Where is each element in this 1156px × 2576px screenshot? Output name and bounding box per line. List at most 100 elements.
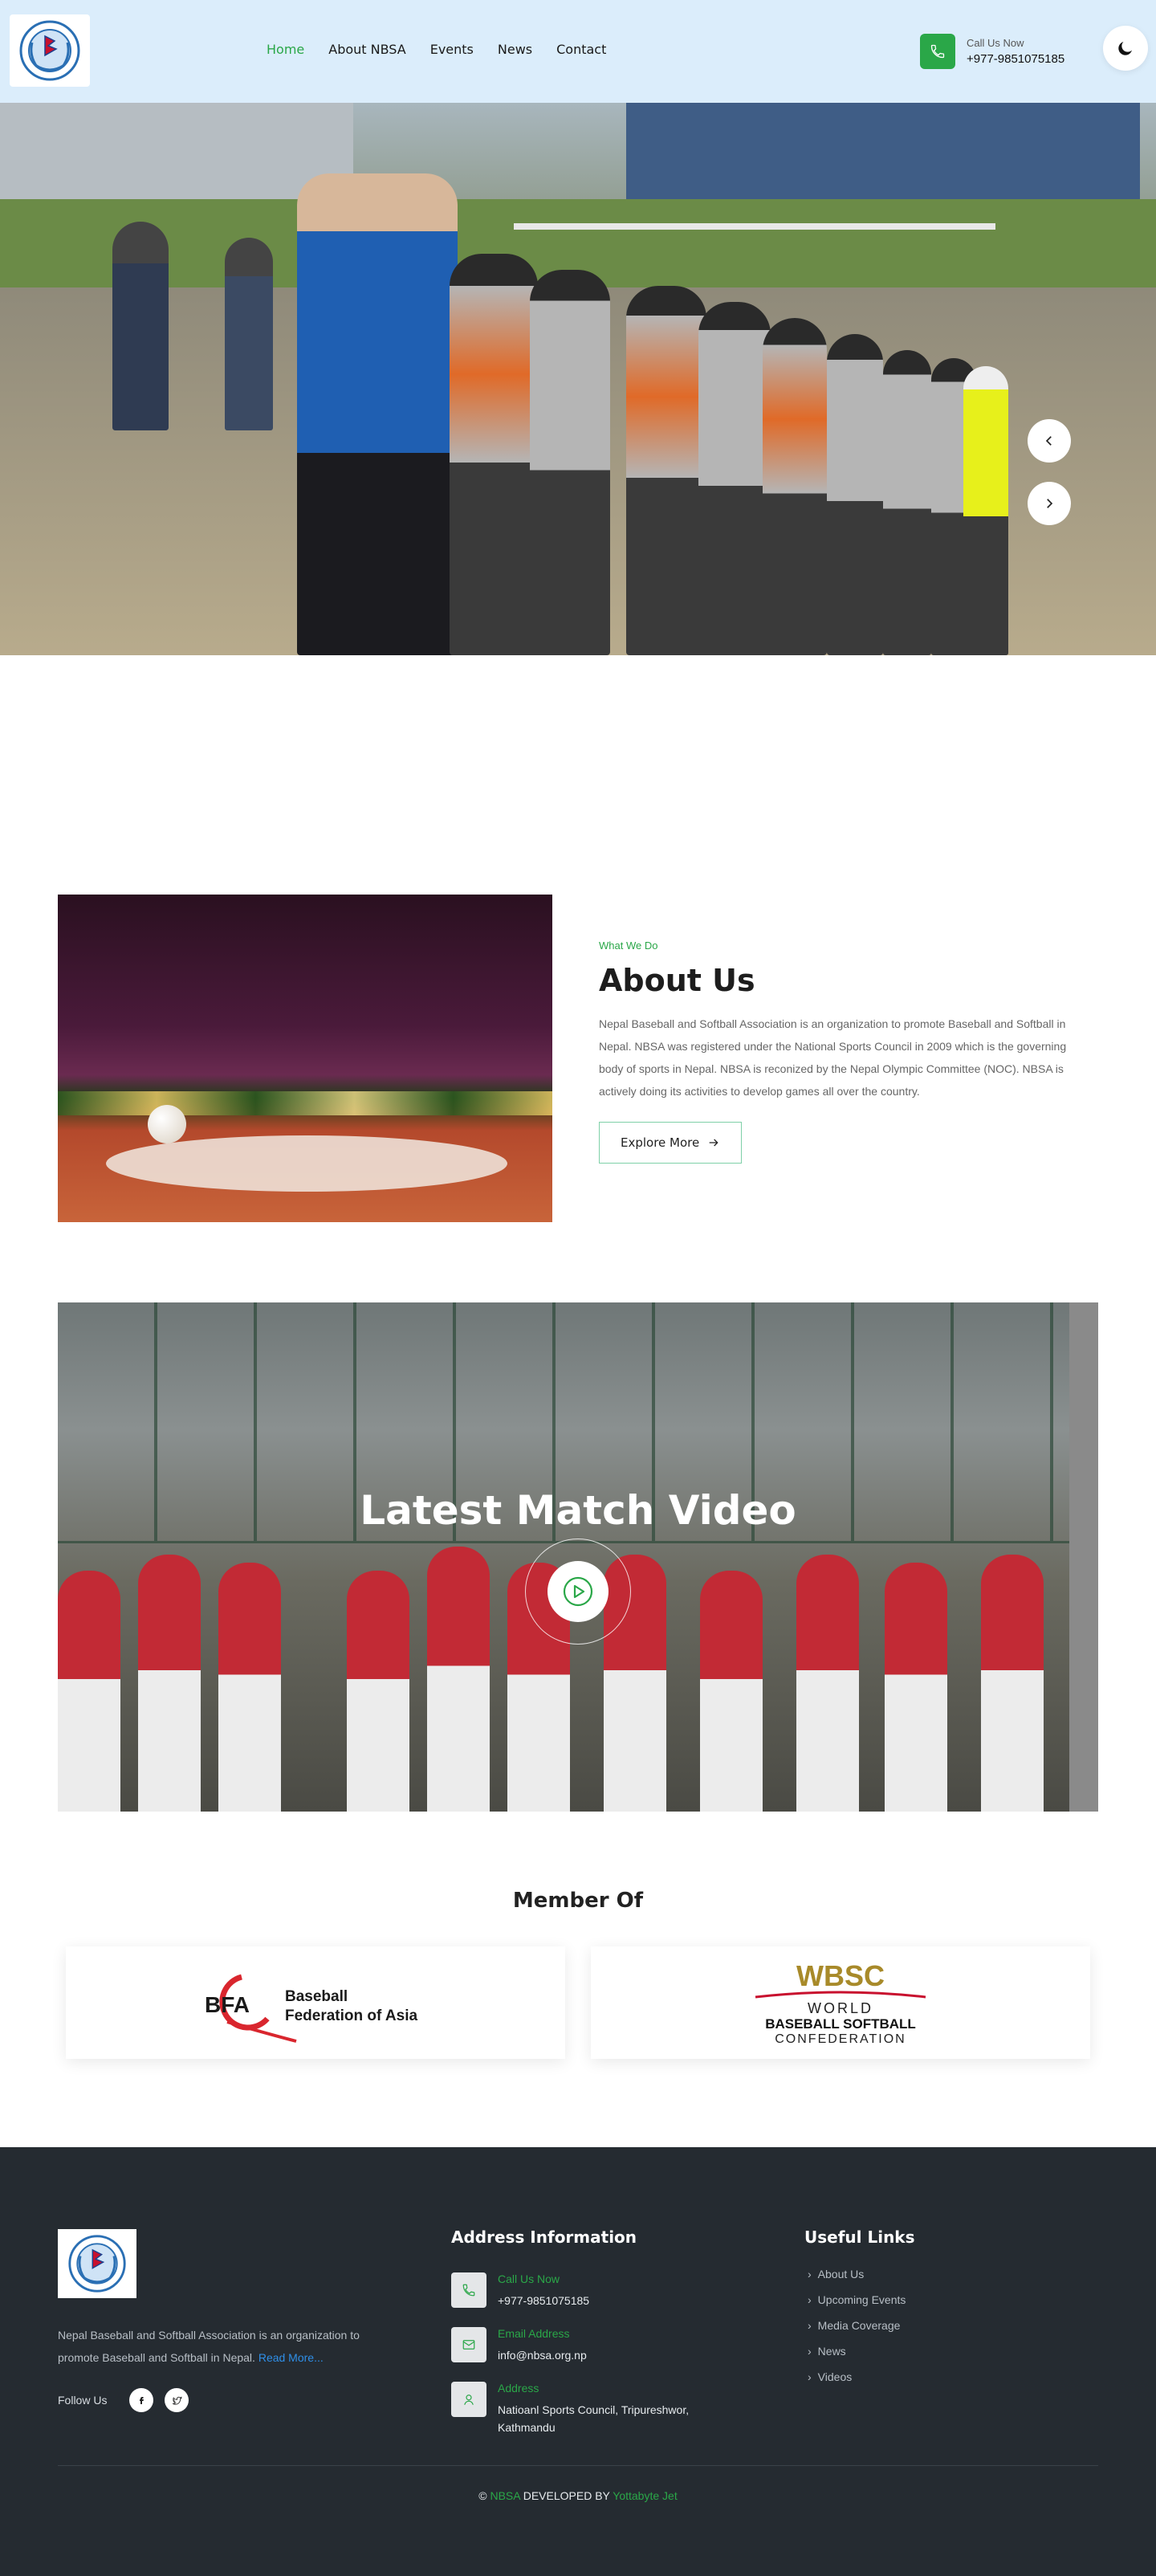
hero-player xyxy=(297,173,458,655)
call-label: Call Us Now xyxy=(967,37,1024,49)
footer-email-value[interactable]: info@nbsa.org.np xyxy=(498,2346,587,2364)
copyright: © NBSA DEVELOPED BY Yottabyte Jet xyxy=(0,2489,1156,2502)
about-image-city-lights xyxy=(58,1091,552,1115)
location-icon xyxy=(451,2382,486,2417)
hero-player xyxy=(530,270,610,655)
footer-link-media-coverage[interactable]: › Media Coverage xyxy=(808,2319,906,2332)
wbsc-logo: WBSC WORLD BASEBALL SOFTBALL CONFEDERATI… xyxy=(755,1959,926,2046)
footer-logo[interactable] xyxy=(58,2229,136,2298)
read-more-link[interactable]: Read More... xyxy=(258,2351,324,2364)
copyright-org-link[interactable]: NBSA xyxy=(490,2489,519,2502)
nbsa-logo[interactable] xyxy=(10,14,90,87)
video-player-figure xyxy=(981,1555,1044,1812)
nav-home[interactable]: Home xyxy=(267,42,304,57)
about-image-base xyxy=(106,1135,507,1192)
nav-about-nbsa[interactable]: About NBSA xyxy=(328,42,405,57)
video-player-figure xyxy=(796,1555,859,1812)
useful-links-list: › About Us › Upcoming Events › Media Covera… xyxy=(808,2268,906,2396)
bfa-line2: Federation of Asia xyxy=(285,2007,417,2024)
baseball-icon xyxy=(148,1105,186,1143)
useful-links-heading: Useful Links xyxy=(804,2228,915,2247)
bfa-line1: Baseball xyxy=(285,1988,348,2005)
hero-player xyxy=(450,254,538,655)
phone-icon xyxy=(451,2272,486,2308)
wbsc-line2: BASEBALL SOFTBALL xyxy=(765,2016,916,2032)
facebook-link[interactable] xyxy=(129,2388,154,2412)
video-play-ring xyxy=(525,1539,631,1645)
wbsc-member-card[interactable]: WBSC WORLD BASEBALL SOFTBALL CONFEDERATI… xyxy=(591,1946,1090,2059)
footer-address-label: Address xyxy=(498,2382,539,2395)
site-header: Home About NBSA Events News Contact Call… xyxy=(0,0,1156,103)
header-call-box[interactable]: Call Us Now +977-9851075185 xyxy=(920,34,1064,69)
chevron-right-icon xyxy=(1047,499,1053,508)
twitter-link[interactable] xyxy=(165,2388,189,2412)
video-player-figure xyxy=(347,1571,409,1812)
copyright-symbol: © xyxy=(478,2489,487,2502)
email-icon xyxy=(451,2327,486,2362)
hero-player xyxy=(763,318,827,655)
main-nav: Home About NBSA Events News Contact xyxy=(267,42,606,57)
developer-link[interactable]: Yottabyte Jet xyxy=(613,2489,677,2502)
phone-icon xyxy=(920,34,955,69)
twitter-icon xyxy=(172,2395,182,2405)
about-eyebrow: What We Do xyxy=(599,940,658,952)
nav-contact[interactable]: Contact xyxy=(556,42,606,57)
hero-player xyxy=(883,350,931,655)
chevron-right-icon: › xyxy=(808,2293,812,2306)
bfa-logo: BFA Baseball Federation of Asia xyxy=(205,1974,417,2043)
footer-call-value[interactable]: +977-9851075185 xyxy=(498,2292,589,2309)
member-of-title: Member Of xyxy=(512,1889,644,1913)
play-video-button[interactable] xyxy=(547,1561,609,1622)
wbsc-abbr: WBSC xyxy=(796,1959,885,1992)
hero-player xyxy=(626,286,706,655)
hero-player xyxy=(963,366,1008,655)
footer-address-value: Natioanl Sports Council, Tripureshwor, K… xyxy=(498,2403,690,2434)
video-player-figure xyxy=(427,1547,490,1812)
chevron-right-icon: › xyxy=(808,2268,812,2280)
footer-link-upcoming-events[interactable]: › Upcoming Events xyxy=(808,2293,906,2306)
video-title: Latest Match Video xyxy=(360,1487,796,1534)
video-player-figure xyxy=(58,1571,120,1812)
copyright-mid: DEVELOPED BY xyxy=(523,2489,610,2502)
footer-about: Nepal Baseball and Softball Association … xyxy=(58,2324,403,2369)
footer-link-videos[interactable]: › Videos xyxy=(808,2370,906,2383)
hero-next-button[interactable] xyxy=(1028,482,1071,525)
hero-prev-button[interactable] xyxy=(1028,419,1071,463)
about-title: About Us xyxy=(599,963,755,998)
video-bg-edge xyxy=(1069,1302,1098,1812)
explore-more-button[interactable]: Explore More xyxy=(599,1122,743,1164)
footer-link-news[interactable]: › News xyxy=(808,2345,906,2358)
footer-follow: Follow Us xyxy=(58,2388,189,2412)
nav-news[interactable]: News xyxy=(498,42,532,57)
facebook-icon xyxy=(140,2397,144,2404)
theme-toggle-button[interactable] xyxy=(1103,26,1148,71)
arrow-right-icon xyxy=(709,1139,718,1147)
footer-call-row: Call Us Now +977-9851075185 xyxy=(451,2272,589,2309)
follow-us-label: Follow Us xyxy=(58,2394,108,2407)
wbsc-line1: WORLD xyxy=(808,2000,873,2016)
nav-events[interactable]: Events xyxy=(430,42,474,57)
hero-player xyxy=(827,334,883,655)
video-player-figure xyxy=(218,1563,281,1812)
footer-link-about-us[interactable]: › About Us xyxy=(808,2268,906,2280)
address-info-heading: Address Information xyxy=(451,2228,637,2247)
bfa-member-card[interactable]: BFA Baseball Federation of Asia xyxy=(66,1946,565,2059)
nbsa-emblem-icon xyxy=(68,2235,126,2293)
chevron-right-icon: › xyxy=(808,2319,812,2332)
play-icon xyxy=(563,1576,593,1607)
hero-bg-building-left xyxy=(0,103,353,199)
chevron-right-icon: › xyxy=(808,2345,812,2358)
chevron-right-icon: › xyxy=(808,2370,812,2383)
hero-goal-bar xyxy=(514,223,995,230)
moon-icon xyxy=(1118,42,1132,55)
latest-video-section: Latest Match Video xyxy=(58,1302,1098,1812)
page: Home About NBSA Events News Contact Call… xyxy=(0,0,1156,2576)
video-player-figure xyxy=(138,1555,201,1812)
chevron-left-icon xyxy=(1045,436,1052,446)
call-number[interactable]: +977-9851075185 xyxy=(967,52,1064,66)
hero-player xyxy=(698,302,771,655)
about-description: Nepal Baseball and Softball Association … xyxy=(599,1017,1067,1098)
footer-address-row: Address Natioanl Sports Council, Tripure… xyxy=(451,2382,722,2436)
bfa-abbr: BFA xyxy=(205,1992,250,2017)
about-section: What We Do About Us Nepal Baseball and S… xyxy=(599,940,1090,1164)
